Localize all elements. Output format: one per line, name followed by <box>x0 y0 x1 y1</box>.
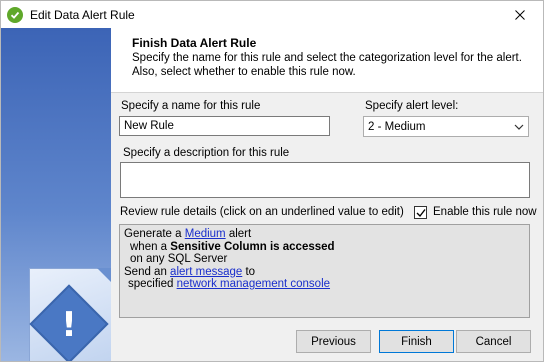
rule-line-alert: Generate a Medium alert <box>124 228 525 241</box>
cancel-button[interactable]: Cancel <box>456 330 531 353</box>
exclamation-icon: ! <box>61 305 77 345</box>
close-icon <box>515 9 525 20</box>
edit-data-alert-rule-dialog: Edit Data Alert Rule ! Finish Data Alert… <box>0 0 544 362</box>
wizard-side-panel: ! <box>1 28 111 361</box>
rule-line-condition: when a Sensitive Column is accessed <box>124 241 525 254</box>
alert-level-value: 2 - Medium <box>368 120 426 133</box>
finish-button[interactable]: Finish <box>379 330 454 353</box>
rule-text: on any SQL Server <box>130 253 228 265</box>
alert-level-label: Specify alert level: <box>365 100 459 112</box>
network-console-link[interactable]: network management console <box>177 278 330 290</box>
chevron-down-icon <box>514 124 524 130</box>
previous-button[interactable]: Previous <box>296 330 371 353</box>
rule-text: specified <box>128 278 177 290</box>
rule-line-target: specified network management console <box>124 278 525 291</box>
rule-condition-bold: Sensitive Column is accessed <box>170 240 335 253</box>
alert-message-link[interactable]: alert message <box>170 266 242 278</box>
alert-level-select[interactable]: 2 - Medium <box>363 116 529 137</box>
enable-rule-label[interactable]: Enable this rule now <box>433 206 537 218</box>
rule-details-panel: Generate a Medium alert when a Sensitive… <box>119 224 530 318</box>
description-label: Specify a description for this rule <box>123 147 290 159</box>
title-bar: Edit Data Alert Rule <box>1 1 543 28</box>
checkmark-app-icon <box>7 6 23 23</box>
alert-level-link[interactable]: Medium <box>185 228 226 240</box>
wizard-header: Finish Data Alert Rule Specify the name … <box>111 28 543 93</box>
rule-line-action: Send an alert message to <box>124 266 525 279</box>
rule-line-scope: on any SQL Server <box>124 253 525 266</box>
description-input[interactable] <box>120 162 530 198</box>
rule-text: to <box>242 265 256 278</box>
header-title: Finish Data Alert Rule <box>132 36 257 50</box>
rule-text: Send an <box>124 265 171 278</box>
checkmark-icon <box>416 208 426 217</box>
close-button[interactable] <box>497 1 543 28</box>
rule-name-label: Specify a name for this rule <box>121 100 261 112</box>
header-description: Specify the name for this rule and selec… <box>132 52 522 78</box>
enable-rule-checkbox[interactable] <box>414 206 427 219</box>
rule-text: Generate a <box>124 228 185 240</box>
rule-name-input[interactable] <box>119 116 330 136</box>
window-title: Edit Data Alert Rule <box>30 7 135 22</box>
review-details-label: Review rule details (click on an underli… <box>120 206 404 218</box>
rule-text: when a <box>130 240 171 253</box>
rule-text: alert <box>225 228 252 240</box>
